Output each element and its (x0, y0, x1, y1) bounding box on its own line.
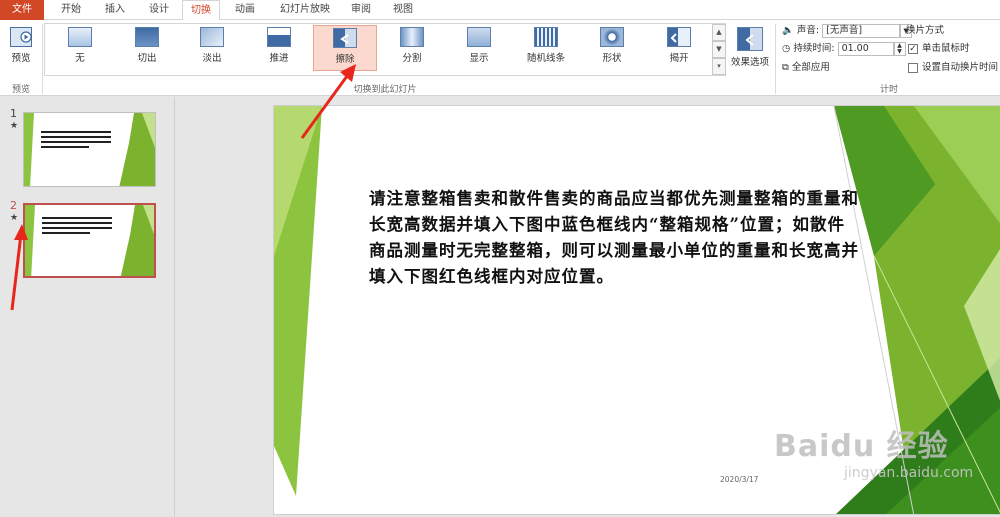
separator (42, 24, 43, 94)
checkbox-empty-icon (908, 62, 918, 73)
transition-uncover-icon (667, 27, 691, 47)
watermark-main: Baidu 经验 (774, 429, 949, 464)
tab-slideshow[interactable]: 幻灯片放映 (270, 0, 340, 20)
duration-label: 持续时间: (793, 43, 835, 54)
tab-transitions[interactable]: 切换 (182, 0, 220, 21)
sound-label: 声音: (796, 25, 820, 36)
transition-label: 无 (75, 53, 85, 64)
auto-advance-checkbox[interactable]: 设置自动换片时间 (908, 60, 998, 76)
check-icon: ✓ (908, 43, 918, 54)
speaker-icon: 🔈 (782, 25, 794, 36)
transition-none-icon (68, 27, 92, 47)
tab-design[interactable]: 设计 (140, 0, 178, 20)
transition-split-icon (400, 27, 424, 47)
gallery-up-icon[interactable]: ▲ (712, 24, 726, 41)
transition-label: 显示 (469, 53, 489, 64)
transition-label: 随机线条 (526, 53, 565, 64)
auto-advance-label: 设置自动换片时间 (922, 62, 999, 73)
sound-row: 🔈 声音: [无声音] ▼ (782, 23, 913, 39)
sound-value: [无声音] (826, 24, 863, 36)
slide-body-text[interactable]: 请注意整箱售卖和散件售卖的商品应当都优先测量整箱的重量和长宽高数据并填入下图中蓝… (369, 186, 859, 290)
transition-reveal[interactable]: 显示 (447, 25, 511, 71)
duration-spinner-icon[interactable]: ▲ ▼ (893, 41, 906, 56)
tab-view[interactable]: 视图 (384, 0, 422, 20)
advance-title: 换片方式 (906, 25, 945, 36)
effect-options-icon (737, 27, 763, 51)
timing-group-label: 计时 (879, 85, 898, 95)
thumbnail-text-line (42, 227, 112, 229)
thumbnail-text-line (41, 131, 111, 133)
on-click-checkbox[interactable]: ✓ 单击鼠标时 (908, 41, 970, 57)
transition-fade-icon (200, 27, 224, 47)
transition-push[interactable]: 推进 (247, 25, 311, 71)
gallery-scroll: ▲ ▼ ▾ (712, 24, 726, 76)
transition-cut[interactable]: 切出 (115, 25, 179, 71)
sound-select[interactable]: [无声音] (822, 23, 901, 38)
preview-label: 预览 (11, 53, 31, 64)
transition-cut-icon (135, 27, 159, 47)
transition-random-bars-icon (534, 27, 558, 47)
gallery-more-icon[interactable]: ▾ (712, 58, 726, 75)
transition-shape-icon (600, 27, 624, 47)
transition-none[interactable]: 无 (48, 25, 112, 71)
powerpoint-window: 文件 开始 插入 设计 切换 动画 幻灯片放映 审阅 视图 预览 预览 无 切出 (0, 0, 1000, 517)
transition-label: 擦除 (335, 54, 355, 65)
transition-reveal-icon (467, 27, 491, 47)
baidu-watermark: Baidu 经验 jingyan.baidu.com (774, 421, 973, 481)
apply-all-icon: ⧉ (782, 62, 789, 73)
slide-thumbnail-2[interactable] (23, 203, 156, 278)
thumbnail-number: 2 (10, 199, 17, 212)
transition-shape[interactable]: 形状 (580, 25, 644, 71)
slide-date: 2020/3/17 (720, 475, 759, 484)
thumbnail-text-line (41, 146, 89, 148)
tab-file[interactable]: 文件 (0, 0, 44, 20)
transition-label: 淡出 (202, 53, 222, 64)
preview-icon (10, 27, 32, 47)
effect-options-label: 效果选项 (730, 57, 769, 68)
preview-group-label: 预览 (11, 85, 30, 95)
transition-label: 切出 (137, 53, 157, 64)
transition-label: 揭开 (669, 53, 689, 64)
thumbnail-text-line (42, 232, 90, 234)
duration-row: ◷ 持续时间: 01.00 ▲ ▼ (782, 41, 906, 57)
gallery-down-icon[interactable]: ▼ (712, 41, 726, 58)
slide-thumbnail-1[interactable] (23, 112, 156, 187)
thumbnail-text-line (42, 217, 112, 219)
watermark-sub: jingyan.baidu.com (844, 465, 974, 481)
slide-thumbnails-pane: 1 ★ 2 ★ (0, 97, 175, 517)
transition-star-icon: ★ (10, 121, 19, 131)
duration-value: 01.00 (841, 42, 869, 54)
apply-all-button[interactable]: ⧉ 全部应用 (782, 60, 830, 76)
transition-split[interactable]: 分割 (380, 25, 444, 71)
on-click-label: 单击鼠标时 (922, 43, 970, 54)
thumbnail-number: 1 (10, 107, 17, 120)
transition-push-icon (267, 27, 291, 47)
clock-icon: ◷ (782, 43, 791, 54)
tab-home[interactable]: 开始 (52, 0, 90, 20)
transition-label: 分割 (402, 53, 422, 64)
ribbon: 预览 预览 无 切出 淡出 推进 擦除 分割 显示 随机线条 形状 揭开 ▲ ▼… (0, 20, 1000, 96)
effect-options-button[interactable]: 效果选项 (728, 25, 772, 71)
tab-review[interactable]: 审阅 (342, 0, 380, 20)
thumbnail-text-line (41, 141, 111, 143)
ribbon-tab-bar: 文件 开始 插入 设计 切换 动画 幻灯片放映 审阅 视图 (0, 0, 1000, 21)
transition-label: 推进 (269, 53, 289, 64)
transition-wipe-icon (333, 28, 357, 48)
tab-animations[interactable]: 动画 (226, 0, 264, 20)
transition-label: 形状 (602, 53, 622, 64)
transitions-group-label: 切换到此幻灯片 (353, 85, 417, 95)
transition-wipe[interactable]: 擦除 (313, 25, 377, 71)
transition-fade[interactable]: 淡出 (180, 25, 244, 71)
apply-all-label: 全部应用 (791, 62, 830, 73)
slide-canvas[interactable]: 请注意整箱售卖和散件售卖的商品应当都优先测量整箱的重量和长宽高数据并填入下图中蓝… (273, 105, 1000, 515)
thumbnail-text-line (42, 222, 112, 224)
transition-random-bars[interactable]: 随机线条 (514, 25, 578, 71)
transition-uncover[interactable]: 揭开 (647, 25, 711, 71)
thumbnail-text-line (41, 136, 111, 138)
transition-star-icon: ★ (10, 213, 19, 223)
duration-input[interactable]: 01.00 (837, 41, 894, 56)
tab-insert[interactable]: 插入 (96, 0, 134, 20)
separator (775, 24, 776, 94)
preview-button[interactable]: 预览 (2, 25, 40, 71)
